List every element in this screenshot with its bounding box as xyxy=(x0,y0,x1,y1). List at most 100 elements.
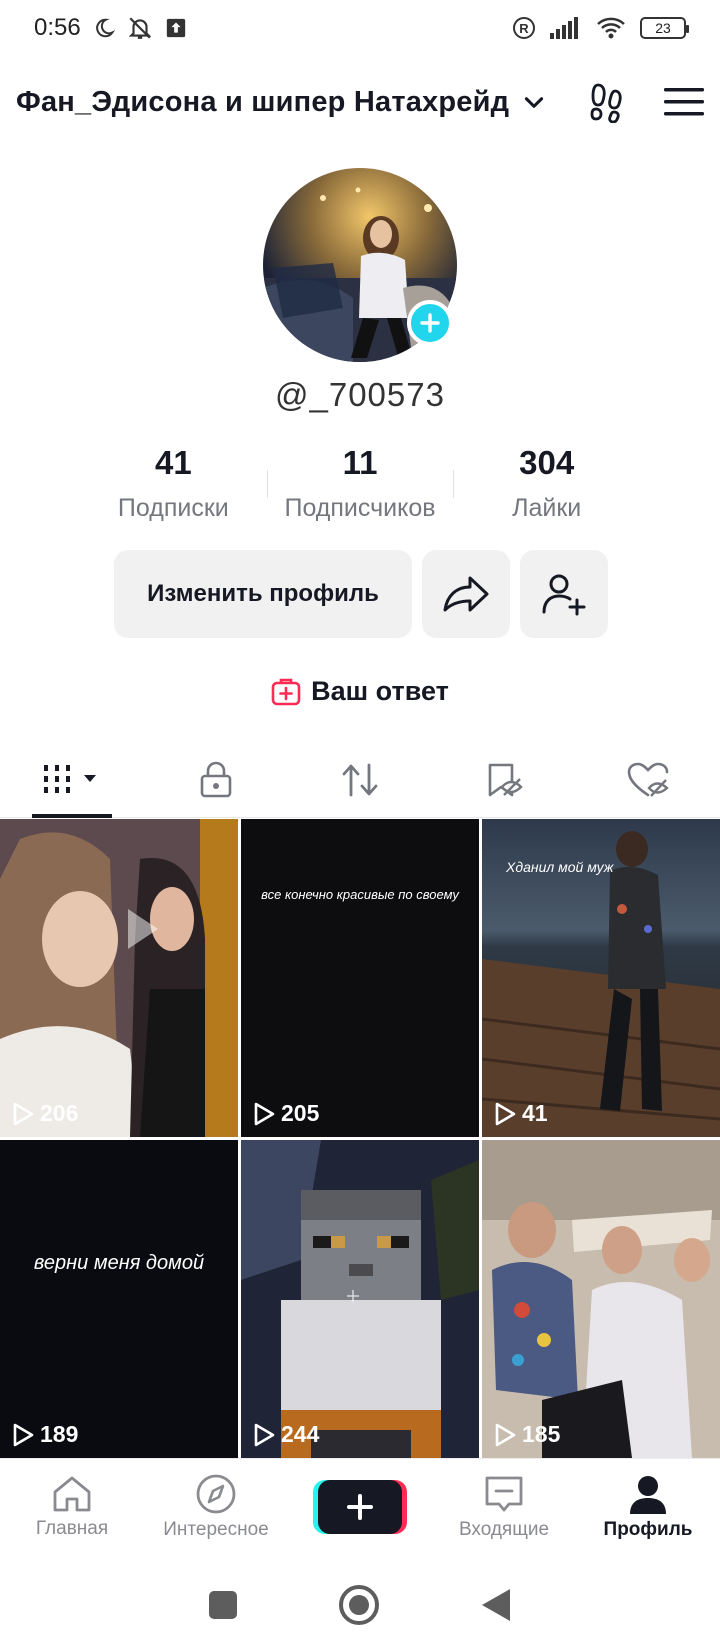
avatar-container xyxy=(263,168,457,362)
battery-level: 23 xyxy=(655,20,671,36)
chevron-down-icon[interactable] xyxy=(521,89,547,115)
play-icon xyxy=(13,1102,34,1125)
compass-icon xyxy=(196,1474,236,1513)
view-count: 185 xyxy=(494,1421,560,1448)
video-thumbnail[interactable]: верни меня домой 189 xyxy=(0,1140,238,1458)
nav-inbox-label: Входящие xyxy=(458,1518,550,1540)
tab-private[interactable] xyxy=(144,742,288,817)
username: @_700573 xyxy=(275,376,445,413)
stat-likes[interactable]: 304 Лайки xyxy=(453,444,640,534)
home-circle-icon[interactable] xyxy=(338,1584,380,1626)
home-icon xyxy=(53,1476,91,1511)
system-navigation xyxy=(0,1560,720,1650)
tab-liked[interactable] xyxy=(576,742,720,817)
menu-icon[interactable] xyxy=(664,86,704,118)
bottom-navigation: Главная Интересное Входящие Профиль xyxy=(0,1458,720,1554)
play-icon xyxy=(13,1423,34,1446)
nav-discover-label: Интересное xyxy=(163,1518,269,1540)
status-bar: 0:56 R 23 xyxy=(0,0,720,56)
nav-home-label: Главная xyxy=(35,1517,109,1539)
profile-stats: 41 Подписки 11 Подписчиков 304 Лайки xyxy=(80,444,640,534)
share-profile-button[interactable] xyxy=(422,550,510,638)
back-icon[interactable] xyxy=(480,1587,512,1623)
video-thumbnail-image xyxy=(482,1140,720,1458)
content-tabs xyxy=(0,742,720,818)
stat-likes-value: 304 xyxy=(519,444,575,481)
view-count-value: 41 xyxy=(522,1100,548,1126)
nav-create[interactable] xyxy=(288,1459,432,1554)
view-count: 206 xyxy=(12,1100,78,1127)
video-caption: Хданил мой муж xyxy=(506,859,614,875)
plus-icon xyxy=(420,313,440,333)
tab-videos[interactable] xyxy=(0,742,144,818)
stat-following-label: Подписки xyxy=(117,494,229,522)
answer-plus-icon xyxy=(271,678,301,705)
add-user-icon xyxy=(542,574,586,616)
video-thumbnail[interactable]: Хданил мой муж 41 xyxy=(482,819,720,1137)
nav-inbox[interactable]: Входящие xyxy=(432,1459,576,1554)
answer-label: Ваш ответ xyxy=(311,676,449,706)
svg-text:R: R xyxy=(519,21,529,36)
edit-profile-button[interactable]: Изменить профиль xyxy=(114,550,412,638)
registered-icon: R xyxy=(513,17,535,39)
recents-icon[interactable] xyxy=(208,1590,238,1620)
footprints-icon[interactable] xyxy=(588,81,628,123)
nav-profile-label: Профиль xyxy=(603,1518,693,1540)
battery-indicator: 23 xyxy=(640,17,689,39)
view-count: 244 xyxy=(253,1421,319,1448)
view-count-value: 206 xyxy=(40,1100,79,1126)
bell-muted-icon xyxy=(128,17,152,39)
play-icon xyxy=(495,1102,516,1125)
nav-discover[interactable]: Интересное xyxy=(144,1459,288,1554)
signal-icon xyxy=(550,17,578,39)
profile-header: Фан_Эдисона и шипер Натахрейд xyxy=(0,68,720,136)
video-caption: все конечно красивые по своему xyxy=(261,887,459,902)
heart-hidden-icon xyxy=(627,762,669,797)
view-count-value: 189 xyxy=(40,1421,79,1447)
view-count-value: 244 xyxy=(281,1421,320,1447)
stat-followers[interactable]: 11 Подписчиков xyxy=(266,444,454,534)
repost-icon xyxy=(342,763,378,796)
plus-icon xyxy=(347,1493,373,1520)
nav-profile[interactable]: Профиль xyxy=(576,1459,720,1554)
view-count-value: 185 xyxy=(522,1421,561,1447)
upload-icon xyxy=(166,18,185,38)
stat-following[interactable]: 41 Подписки xyxy=(80,444,267,534)
stat-followers-label: Подписчиков xyxy=(284,494,436,522)
wifi-icon xyxy=(597,17,625,39)
view-count: 189 xyxy=(12,1421,78,1448)
video-thumbnail[interactable]: все конечно красивые по своему 205 xyxy=(241,819,479,1137)
stat-likes-label: Лайки xyxy=(512,494,582,522)
profile-actions: Изменить профиль xyxy=(114,550,608,638)
video-thumbnail[interactable]: 206 xyxy=(0,819,238,1137)
account-name[interactable]: Фан_Эдисона и шипер Натахрейд xyxy=(16,86,509,119)
add-friend-button[interactable] xyxy=(520,550,608,638)
profile-icon xyxy=(630,1475,666,1514)
video-thumbnail[interactable]: 244 xyxy=(241,1140,479,1458)
video-grid: 206 все конечно красивые по своему 205 Х… xyxy=(0,819,720,1458)
play-icon xyxy=(254,1102,275,1125)
video-thumbnail-image xyxy=(241,1140,479,1458)
video-thumbnail[interactable]: 185 xyxy=(482,1140,720,1458)
view-count: 41 xyxy=(494,1100,548,1127)
inbox-icon xyxy=(485,1476,523,1511)
stat-followers-value: 11 xyxy=(342,444,378,481)
video-thumbnail-image xyxy=(0,819,238,1137)
create-button[interactable] xyxy=(318,1479,402,1534)
grid-icon xyxy=(44,764,96,793)
video-caption: верни меня домой xyxy=(33,1252,205,1274)
view-count: 205 xyxy=(253,1100,319,1127)
play-icon xyxy=(495,1423,516,1446)
nav-home[interactable]: Главная xyxy=(0,1459,144,1554)
moon-icon xyxy=(95,18,115,38)
lock-icon xyxy=(200,761,232,797)
view-count-value: 205 xyxy=(281,1100,320,1126)
status-time: 0:56 xyxy=(34,14,81,41)
add-avatar-button[interactable] xyxy=(407,300,453,346)
play-icon xyxy=(254,1423,275,1446)
bookmark-hidden-icon xyxy=(488,763,523,796)
tab-reposts[interactable] xyxy=(288,742,432,817)
stat-following-value: 41 xyxy=(154,444,192,481)
tab-favorites[interactable] xyxy=(432,742,576,817)
your-answer-link[interactable]: Ваш ответ xyxy=(0,676,720,707)
